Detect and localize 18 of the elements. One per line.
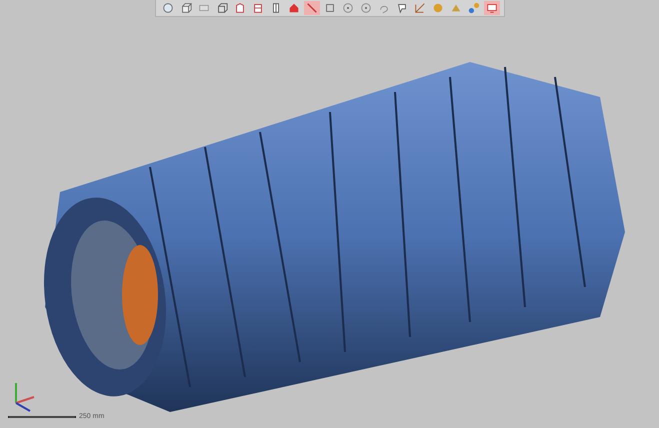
monitor-icon	[486, 2, 498, 14]
house-icon	[288, 2, 300, 14]
triangle-icon	[450, 2, 462, 14]
sphere-icon	[162, 2, 174, 14]
line-icon	[306, 2, 318, 14]
rectangle-icon	[324, 2, 336, 14]
section-icon	[234, 2, 246, 14]
tool-button[interactable]	[304, 1, 320, 15]
circle-dot-icon	[342, 2, 354, 14]
split-panel-icon	[252, 2, 264, 14]
angle-icon	[414, 2, 426, 14]
flag-icon	[396, 2, 408, 14]
disc-icon	[432, 2, 444, 14]
dots-icon	[468, 2, 480, 14]
tool-button[interactable]	[484, 1, 500, 15]
circle-dot-icon	[360, 2, 372, 14]
cube-icon	[180, 2, 192, 14]
scale-bar	[8, 416, 76, 418]
